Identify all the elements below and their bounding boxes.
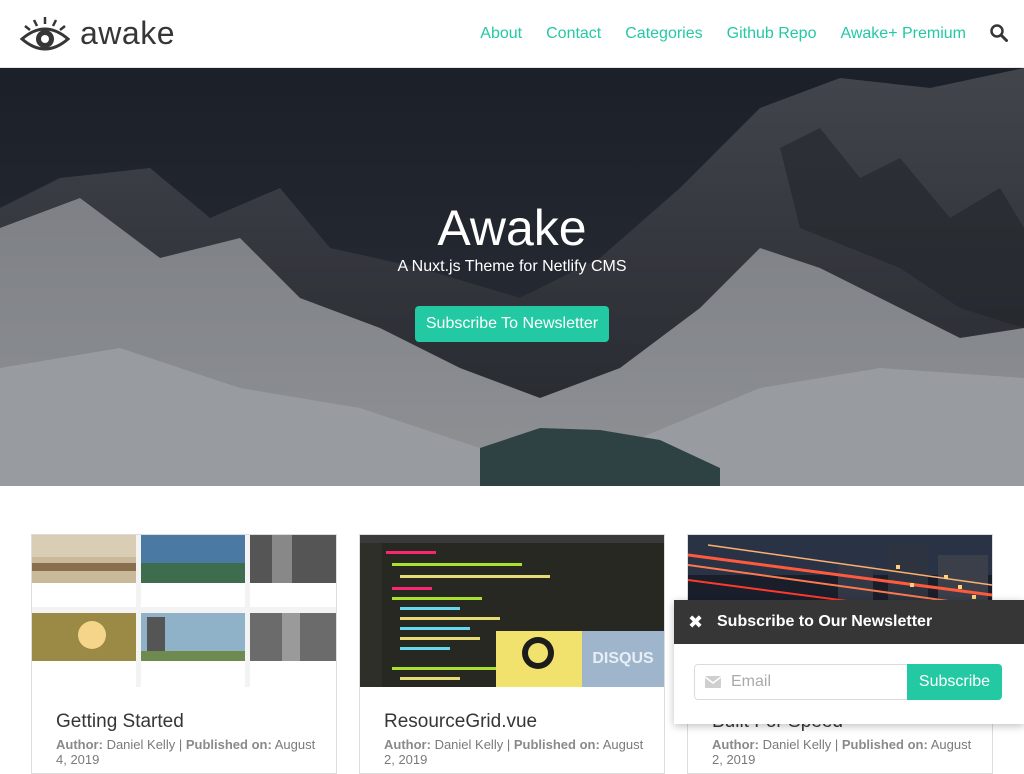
meta-separator: |	[178, 737, 183, 752]
nav-link-github-repo[interactable]: Github Repo	[727, 25, 817, 43]
post-title[interactable]: ResourceGrid.vue	[384, 711, 537, 733]
author-name: Daniel Kelly	[106, 737, 176, 752]
author-name: Daniel Kelly	[434, 737, 504, 752]
post-meta: Author: Daniel Kelly | Published on: Aug…	[712, 737, 972, 767]
newsletter-popup: ✖ Subscribe to Our Newsletter Subscribe	[674, 600, 1024, 724]
hero-title: Awake	[437, 200, 587, 256]
code-editor-screenshot-image: DISQUS	[360, 535, 664, 687]
nav-links: About Contact Categories Github Repo Awa…	[456, 0, 966, 68]
author-label: Author:	[384, 737, 431, 752]
hero-overlay	[0, 68, 1024, 486]
post-grid-screenshot-image	[32, 535, 336, 687]
post-thumbnail	[32, 535, 336, 687]
newsletter-popup-header: ✖ Subscribe to Our Newsletter	[674, 600, 1024, 644]
post-meta: Author: Daniel Kelly | Published on: Aug…	[384, 737, 644, 767]
email-field[interactable]	[731, 665, 901, 699]
post-card[interactable]: Getting Started Author: Daniel Kelly | P…	[31, 534, 337, 774]
eye-logo-icon	[19, 17, 71, 51]
published-label: Published on:	[185, 737, 272, 752]
close-icon[interactable]: ✖	[688, 612, 704, 632]
author-label: Author:	[712, 737, 759, 752]
search-icon[interactable]	[990, 24, 1008, 42]
nav-link-awake-premium[interactable]: Awake+ Premium	[840, 25, 966, 43]
author-name: Daniel Kelly	[762, 737, 832, 752]
subscribe-to-newsletter-button[interactable]: Subscribe To Newsletter	[415, 306, 609, 342]
brand-logo[interactable]: awake	[18, 13, 175, 53]
envelope-icon	[705, 676, 721, 688]
navbar: awake About Contact Categories Github Re…	[0, 0, 1024, 68]
post-title[interactable]: Getting Started	[56, 711, 184, 733]
brand-name: awake	[80, 15, 175, 51]
disqus-logo-text: DISQUS	[592, 650, 654, 667]
published-label: Published on:	[513, 737, 600, 752]
subscribe-button[interactable]: Subscribe	[907, 664, 1002, 700]
email-field-wrapper	[694, 664, 908, 700]
newsletter-popup-title: Subscribe to Our Newsletter	[717, 613, 933, 630]
hero-subtitle: A Nuxt.js Theme for Netlify CMS	[397, 258, 627, 275]
post-thumbnail: DISQUS	[360, 535, 664, 687]
nav-link-about[interactable]: About	[480, 25, 522, 43]
hero-banner: Awake A Nuxt.js Theme for Netlify CMS Su…	[0, 68, 1024, 486]
meta-separator: |	[506, 737, 511, 752]
author-label: Author:	[56, 737, 103, 752]
post-card[interactable]: DISQUS ResourceGrid.vue Author: Daniel K…	[359, 534, 665, 774]
nav-link-categories[interactable]: Categories	[625, 25, 702, 43]
published-label: Published on:	[841, 737, 928, 752]
meta-separator: |	[834, 737, 839, 752]
nav-link-contact[interactable]: Contact	[546, 25, 601, 43]
post-meta: Author: Daniel Kelly | Published on: Aug…	[56, 737, 316, 767]
